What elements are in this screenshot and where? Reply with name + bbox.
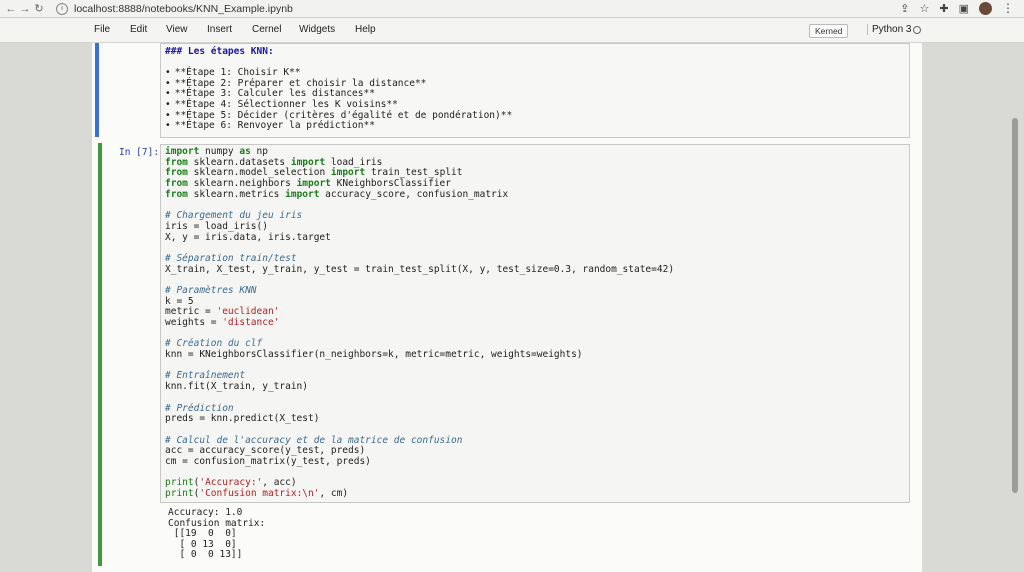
markdown-list: **Étape 1: Choisir K** **Étape 2: Prépar… — [165, 67, 512, 132]
code-line: knn = KNeighborsClassifier(n_neighbors=k… — [165, 349, 583, 361]
back-icon[interactable]: ← — [4, 3, 18, 15]
code-line: iris = load_iris() — [165, 220, 268, 232]
code-line: weights = 'distance' — [165, 317, 280, 328]
forward-icon[interactable]: → — [18, 3, 32, 15]
address-bar[interactable]: i localhost:8888/notebooks/KNN_Example.i… — [56, 1, 926, 16]
kernel-name[interactable]: Python 3 — [867, 24, 911, 35]
code-line: X, y = iris.data, iris.target — [165, 231, 331, 243]
code-line: knn.fit(X_train, y_train) — [165, 381, 308, 393]
cell-output: Accuracy: 1.0 Confusion matrix: [[19 0 0… — [168, 507, 265, 561]
list-item: **Étape 6: Renvoyer la prédiction** — [165, 121, 512, 132]
output-line: Accuracy: 1.0 — [168, 507, 243, 518]
profile-avatar[interactable] — [979, 1, 992, 15]
url-text: localhost:8888/notebooks/KNN_Example.ipy… — [74, 2, 293, 15]
code-line: preds = knn.predict(X_test) — [165, 413, 320, 425]
browser-menu-icon[interactable]: ⋮ — [1002, 1, 1014, 15]
reload-icon[interactable]: ↻ — [32, 2, 46, 15]
site-info-icon[interactable]: i — [56, 2, 68, 15]
browser-toolbar: ← → ↻ i localhost:8888/notebooks/KNN_Exa… — [0, 0, 1024, 18]
scrollbar[interactable] — [1012, 118, 1018, 493]
code-line: print('Confusion matrix:\n', cm) — [165, 488, 349, 499]
menu-edit[interactable]: Edit — [130, 24, 147, 35]
menu-widgets[interactable]: Widgets — [299, 24, 335, 35]
sidebar-icon[interactable]: ▣ — [959, 2, 969, 15]
code-line: cm = confusion_matrix(y_test, preds) — [165, 455, 371, 467]
markdown-heading: ### Les étapes KNN: — [165, 46, 274, 57]
code-lines: import numpy as np from sklearn.datasets … — [165, 146, 675, 500]
share-icon[interactable]: ⇪ — [900, 2, 909, 15]
menu-kernel[interactable]: Cernel — [252, 24, 281, 35]
output-line: [ 0 0 13]] — [168, 549, 243, 561]
bookmark-star-icon[interactable]: ☆ — [920, 2, 930, 15]
menu-help[interactable]: Help — [355, 24, 376, 35]
notebook-menubar: File Edit View Insert Cernel Widgets Hel… — [0, 18, 1024, 43]
menu-view[interactable]: View — [166, 24, 188, 35]
kernel-status-icon — [913, 26, 921, 34]
code-line: # Séparation train/test — [165, 252, 297, 264]
code-line: # Paramètres KNN — [165, 284, 257, 296]
kernel-badge[interactable]: Kerned — [809, 24, 849, 38]
extensions-icon[interactable]: ✚ — [939, 2, 948, 15]
code-line: X_train, X_test, y_train, y_test = train… — [165, 263, 675, 275]
code-line: from sklearn.metrics import accuracy_sco… — [165, 188, 509, 200]
menu-insert[interactable]: Insert — [207, 24, 232, 35]
input-prompt: In [7]: — [119, 147, 160, 158]
menu-file[interactable]: File — [94, 24, 110, 35]
